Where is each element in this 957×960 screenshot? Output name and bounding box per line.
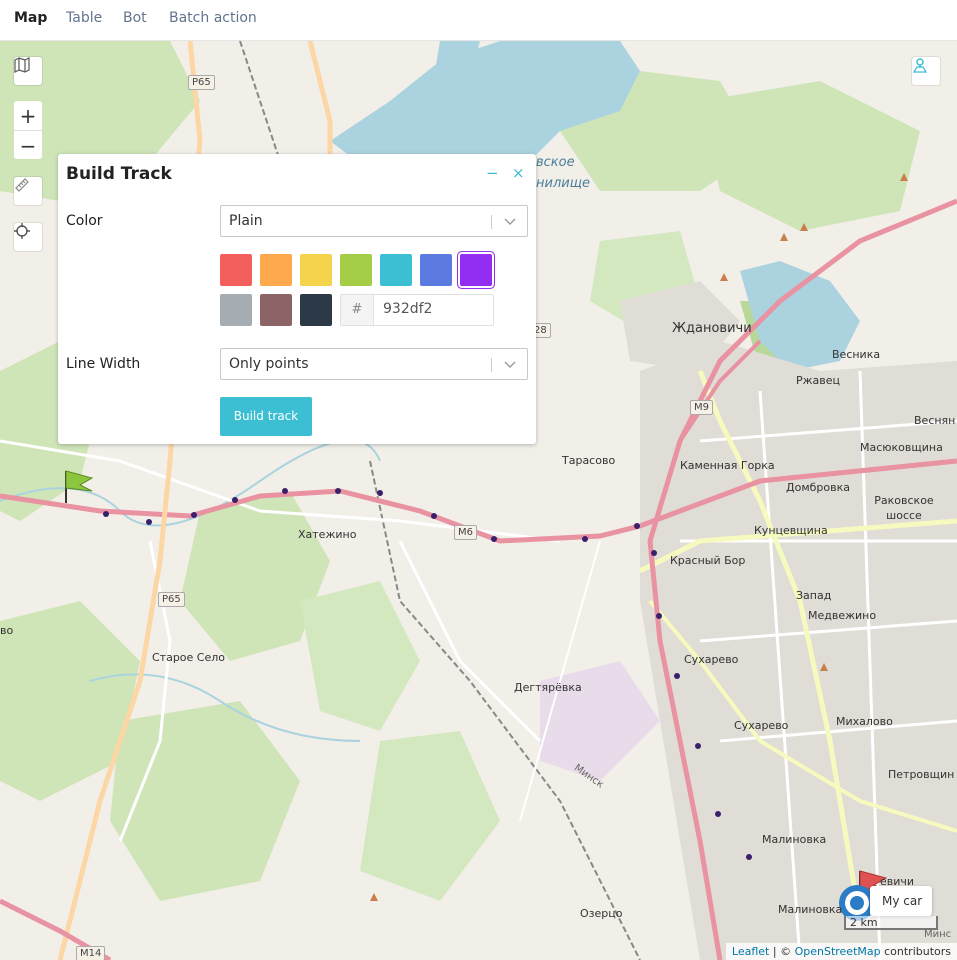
road-label: M14 — [76, 946, 106, 960]
locate-button[interactable] — [14, 223, 42, 251]
tab-batch-action[interactable]: Batch action — [169, 10, 257, 26]
color-swatch[interactable] — [260, 294, 292, 326]
road-label: M6 — [454, 525, 477, 540]
place-label: Петровщин — [888, 768, 955, 781]
place-label: Весника — [832, 348, 881, 361]
ruler-button[interactable] — [14, 177, 42, 205]
line-width-label: Line Width — [66, 356, 141, 372]
attribution-separator: | © — [769, 945, 795, 958]
leaflet-link[interactable]: Leaflet — [732, 945, 769, 958]
build-track-button[interactable]: Build track — [220, 397, 312, 436]
layers-button[interactable] — [14, 57, 42, 85]
top-navigation: Map Table Bot Batch action — [0, 0, 957, 41]
color-label: Color — [66, 213, 103, 229]
place-label: Ждановичи — [672, 321, 752, 336]
place-label: Веснян — [914, 414, 956, 427]
color-swatch[interactable] — [300, 294, 332, 326]
road-label: M9 — [690, 400, 713, 415]
color-select-value: Plain — [229, 213, 263, 229]
place-label: Ржавец — [796, 374, 841, 387]
crosshair-icon — [14, 223, 30, 239]
hex-value: 932df2 — [383, 301, 433, 317]
place-label: Малиновка — [762, 833, 827, 846]
place-label: нилище — [536, 176, 590, 191]
car-label[interactable]: My car — [870, 886, 932, 916]
minimize-button[interactable]: − — [486, 164, 499, 182]
road-label: P65 — [158, 592, 185, 607]
color-swatch[interactable] — [300, 254, 332, 286]
hash-prefix: # — [341, 295, 374, 325]
chevron-down-icon — [504, 361, 516, 368]
zoom-out-button[interactable]: − — [14, 130, 42, 160]
place-label: вское — [536, 155, 575, 170]
place-label: Старое Село — [152, 651, 226, 664]
select-separator — [491, 215, 492, 229]
color-swatch[interactable] — [340, 254, 372, 286]
map-icon — [14, 57, 30, 73]
place-label: Домбровка — [786, 481, 850, 494]
place-label: Каменная Горка — [680, 459, 775, 472]
place-label: Раковское шоссе — [874, 494, 934, 522]
place-label: Кунцевщина — [754, 524, 828, 537]
place-label: Минс — [924, 929, 952, 940]
place-label: Медвежино — [808, 609, 877, 622]
line-width-select-value: Only points — [229, 356, 309, 372]
line-width-select[interactable]: Only points — [220, 348, 528, 380]
color-swatch[interactable] — [220, 254, 252, 286]
close-button[interactable]: × — [512, 164, 525, 182]
attribution-suffix: contributors — [880, 945, 951, 958]
color-swatch[interactable] — [420, 254, 452, 286]
color-swatch[interactable] — [380, 254, 412, 286]
place-label: Масюковщина — [860, 441, 943, 454]
place-label: Красный Бор — [670, 554, 746, 567]
place-label: Запад — [796, 589, 832, 602]
place-label: Сухарево — [734, 719, 789, 732]
place-label: во — [0, 624, 14, 637]
chevron-down-icon — [504, 218, 516, 225]
select-separator — [491, 358, 492, 372]
tab-bot[interactable]: Bot — [123, 10, 147, 26]
color-swatch[interactable] — [460, 254, 492, 286]
color-swatch[interactable] — [220, 294, 252, 326]
place-label: Дегтярёвка — [514, 681, 582, 694]
zoom-in-button[interactable]: + — [14, 101, 42, 130]
color-swatch[interactable] — [260, 254, 292, 286]
place-label: Хатежино — [298, 528, 357, 541]
tab-table[interactable]: Table — [66, 10, 102, 26]
zoom-control: + − — [14, 101, 42, 159]
place-label: Михалово — [836, 715, 893, 728]
color-select[interactable]: Plain — [220, 205, 528, 237]
osm-link[interactable]: OpenStreetMap — [795, 945, 881, 958]
hex-input[interactable]: # 932df2 — [340, 294, 494, 326]
route-button[interactable] — [912, 57, 940, 85]
place-label: Тарасово — [562, 454, 616, 467]
panel-title: Build Track — [66, 164, 172, 184]
road-label: P65 — [188, 75, 215, 90]
place-label: Сухарево — [684, 653, 739, 666]
attribution: Leaflet | © OpenStreetMap contributors — [725, 943, 957, 960]
route-icon — [912, 58, 928, 73]
scale-bar: 2 km — [844, 916, 938, 930]
build-track-panel: Build Track − × Color Plain # 932df2 Lin… — [58, 154, 536, 444]
place-label: Малиновка — [778, 903, 843, 916]
ruler-icon — [15, 178, 29, 192]
place-label: Озерцо — [580, 907, 623, 920]
tab-map[interactable]: Map — [14, 10, 47, 26]
